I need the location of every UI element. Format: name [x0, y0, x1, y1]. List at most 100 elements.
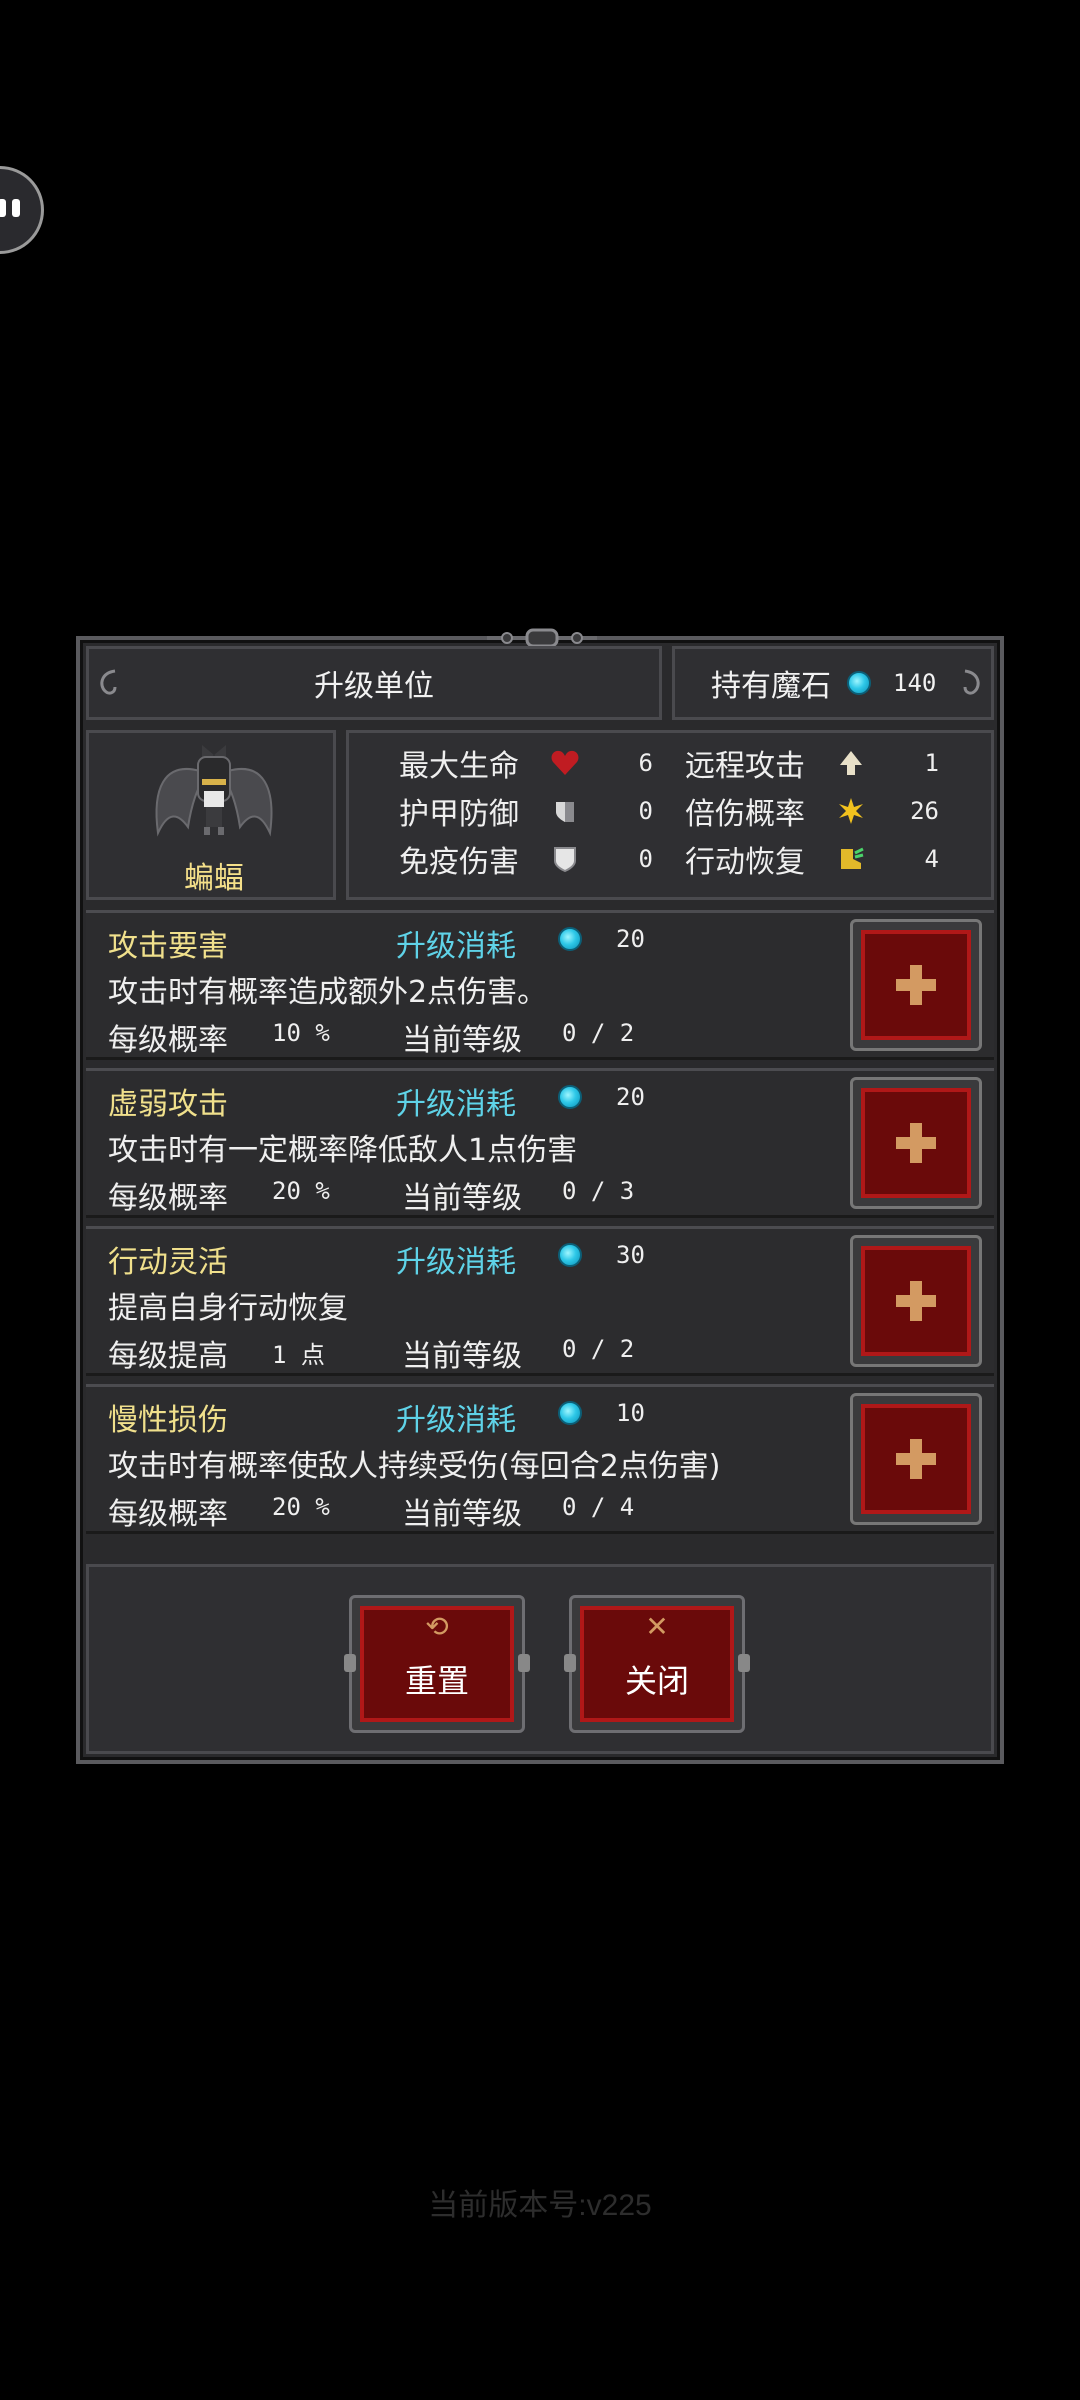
- skill-card: 行动灵活 升级消耗 30 提高自身行动恢复 每级提高 1 点 当前等级 0 / …: [86, 1226, 994, 1376]
- stat-value: 1: [924, 749, 939, 777]
- reset-button[interactable]: ⟲ 重置: [344, 1595, 530, 1733]
- stat-label: 最大生命: [399, 749, 519, 784]
- game-screen: 升级单位 持有魔石 140 蝙蝠 最大生命 6 护甲防御 0 免疫伤害 0 远程…: [0, 0, 1080, 2400]
- stat-label: 倍伤概率: [685, 797, 805, 832]
- upgrade-skill-button[interactable]: [850, 1235, 982, 1367]
- panel-title-box: 升级单位: [86, 646, 662, 720]
- skill-description: 攻击时有概率使敌人持续受伤(每回合2点伤害): [108, 1449, 721, 1484]
- skill-description: 攻击时有一定概率降低敌人1点伤害: [108, 1133, 578, 1168]
- heart-icon: [547, 748, 583, 778]
- rate-value: 20 %: [272, 1177, 330, 1205]
- cost-value: 20: [616, 925, 645, 953]
- rate-value: 1 点: [272, 1341, 325, 1369]
- stat-armor: 护甲防御 0: [399, 789, 653, 833]
- action-bar: ⟲ 重置 ✕ 关闭: [86, 1564, 994, 1754]
- cost-label: 升级消耗: [396, 929, 516, 964]
- rate-label: 每级概率: [108, 1497, 228, 1532]
- plus-icon: [896, 1439, 936, 1479]
- rate-value: 10 %: [272, 1019, 330, 1047]
- panel-header: 升级单位 持有魔石 140: [86, 646, 994, 720]
- reset-label: 重置: [404, 1662, 469, 1700]
- stat-value: 4: [924, 845, 939, 873]
- bat-sprite-icon: [155, 745, 273, 837]
- magic-stone-icon: [558, 1401, 582, 1425]
- star-burst-icon: [833, 796, 869, 826]
- cost-label: 升级消耗: [396, 1403, 516, 1438]
- skill-description: 攻击时有概率造成额外2点伤害。: [108, 975, 548, 1010]
- skill-card: 攻击要害 升级消耗 20 攻击时有概率造成额外2点伤害。 每级概率 10 % 当…: [86, 910, 994, 1060]
- stat-crit: 倍伤概率 26: [685, 789, 939, 833]
- level-label: 当前等级: [402, 1023, 522, 1058]
- upgrade-skill-button[interactable]: [850, 1393, 982, 1525]
- stones-label: 持有魔石: [711, 669, 831, 704]
- rate-label: 每级提高: [108, 1339, 228, 1374]
- level-value: 0 / 2: [562, 1335, 635, 1363]
- plus-icon: [896, 965, 936, 1005]
- skill-card: 慢性损伤 升级消耗 10 攻击时有概率使敌人持续受伤(每回合2点伤害) 每级概率…: [86, 1384, 994, 1534]
- plus-icon: [896, 1123, 936, 1163]
- level-label: 当前等级: [402, 1497, 522, 1532]
- close-label: 关闭: [624, 1662, 689, 1700]
- corner-curl-icon: [963, 669, 980, 695]
- magic-stone-icon: [558, 1085, 582, 1109]
- stat-immune: 免疫伤害 0: [399, 837, 653, 881]
- stat-value: 0: [638, 845, 653, 873]
- skill-name: 攻击要害: [108, 929, 228, 964]
- upgrade-button-face: [861, 1088, 971, 1198]
- armor-icon: [547, 796, 583, 826]
- magic-stone-icon: [847, 671, 871, 695]
- stat-ranged: 远程攻击 1: [685, 741, 939, 785]
- stat-max-hp: 最大生命 6: [399, 741, 653, 785]
- skill-card: 虚弱攻击 升级消耗 20 攻击时有一定概率降低敌人1点伤害 每级概率 20 % …: [86, 1068, 994, 1218]
- cost-value: 30: [616, 1241, 645, 1269]
- level-value: 0 / 2: [562, 1019, 635, 1047]
- magic-stone-icon: [558, 927, 582, 951]
- upgrade-skill-button[interactable]: [850, 919, 982, 1051]
- level-label: 当前等级: [402, 1339, 522, 1374]
- unit-name: 蝙蝠: [184, 861, 244, 896]
- upgrade-button-face: [861, 1246, 971, 1356]
- rate-value: 20 %: [272, 1493, 330, 1521]
- skill-name: 虚弱攻击: [108, 1087, 228, 1122]
- floating-assistant-ball[interactable]: [0, 166, 44, 254]
- stat-recover: 行动恢复 4: [685, 837, 939, 881]
- stat-label: 护甲防御: [399, 797, 519, 832]
- stones-value: 140: [893, 669, 937, 697]
- refresh-icon: ⟲: [425, 1610, 449, 1643]
- stat-label: 免疫伤害: [399, 845, 519, 880]
- stat-value: 6: [638, 749, 653, 777]
- magic-stone-icon: [558, 1243, 582, 1267]
- floating-ball-right-eye: [12, 199, 20, 217]
- plus-icon: [896, 1281, 936, 1321]
- rate-label: 每级概率: [108, 1181, 228, 1216]
- skill-name: 行动灵活: [108, 1245, 228, 1280]
- stat-label: 行动恢复: [685, 845, 805, 880]
- shield-icon: [547, 844, 583, 874]
- corner-curl-icon: [100, 669, 117, 695]
- level-value: 0 / 3: [562, 1177, 635, 1205]
- cost-value: 10: [616, 1399, 645, 1427]
- upgrade-button-face: [861, 930, 971, 1040]
- magic-stone-counter: 持有魔石 140: [672, 646, 994, 720]
- cost-label: 升级消耗: [396, 1087, 516, 1122]
- cost-value: 20: [616, 1083, 645, 1111]
- boot-icon: [833, 844, 869, 874]
- unit-stats: 最大生命 6 护甲防御 0 免疫伤害 0 远程攻击 1 倍伤概率 26 行动恢复…: [346, 730, 994, 900]
- upgrade-unit-panel: 升级单位 持有魔石 140 蝙蝠 最大生命 6 护甲防御 0 免疫伤害 0 远程…: [76, 628, 1004, 1764]
- floating-ball-left-eye: [0, 199, 6, 217]
- skill-name: 慢性损伤: [108, 1403, 228, 1438]
- skill-description: 提高自身行动恢复: [108, 1291, 348, 1326]
- arrow-up-icon: [833, 748, 869, 778]
- stat-label: 远程攻击: [685, 749, 805, 784]
- close-button[interactable]: ✕ 关闭: [564, 1595, 750, 1733]
- unit-portrait-box: 蝙蝠: [86, 730, 336, 900]
- close-x-icon: ✕: [645, 1610, 669, 1643]
- stat-value: 26: [910, 797, 939, 825]
- upgrade-skill-button[interactable]: [850, 1077, 982, 1209]
- panel-top-ornament: [487, 628, 597, 648]
- level-value: 0 / 4: [562, 1493, 635, 1521]
- rate-label: 每级概率: [108, 1023, 228, 1058]
- stat-value: 0: [638, 797, 653, 825]
- version-label: 当前版本号:v225: [428, 2189, 652, 2222]
- panel-title: 升级单位: [314, 669, 434, 704]
